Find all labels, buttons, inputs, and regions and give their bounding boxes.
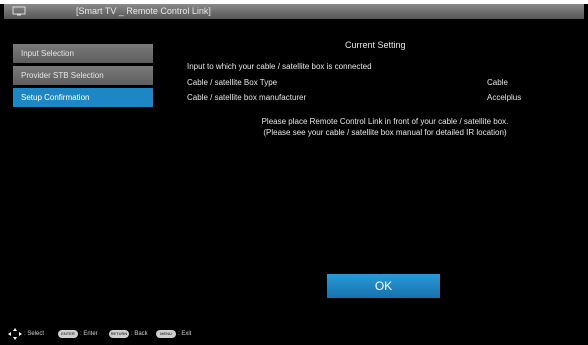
screen-frame: [Smart TV _ Remote Control Link] Input S… <box>0 4 588 345</box>
instruction-note: Please place Remote Control Link in fron… <box>200 116 570 138</box>
setting-value-box-type: Cable <box>487 78 508 87</box>
menu-item-setup-confirmation[interactable]: Setup Confirmation <box>13 88 153 107</box>
instruction-line-1: Please place Remote Control Link in fron… <box>261 117 509 126</box>
footer-enter-label: : Enter <box>80 331 98 337</box>
return-key-icon: RETURN <box>109 330 129 338</box>
tv-icon <box>12 6 26 16</box>
ok-button[interactable]: OK <box>327 274 440 298</box>
footer-back-label: : Back <box>131 331 148 337</box>
title-bar: [Smart TV _ Remote Control Link] <box>4 4 584 19</box>
current-setting-heading: Current Setting <box>345 40 406 50</box>
menu-item-provider-stb-selection[interactable]: Provider STB Selection <box>13 66 153 85</box>
setting-label-input: Input to which your cable / satellite bo… <box>187 62 372 71</box>
menu-item-input-selection[interactable]: Input Selection <box>13 44 153 63</box>
menu-key-icon: MENU <box>156 330 176 338</box>
setting-label-box-type: Cable / satellite Box Type <box>187 78 278 87</box>
window-title: [Smart TV _ Remote Control Link] <box>76 6 211 16</box>
setting-label-manufacturer: Cable / satellite box manufacturer <box>187 93 307 102</box>
footer-exit-label: : Exit <box>178 331 192 337</box>
dpad-icon <box>8 328 22 340</box>
footer-select-label: : Select <box>24 331 45 337</box>
instruction-line-2: (Please see your cable / satellite box m… <box>263 128 507 137</box>
setting-value-manufacturer: Accelplus <box>487 93 522 102</box>
enter-key-icon: ENTER <box>58 330 78 338</box>
